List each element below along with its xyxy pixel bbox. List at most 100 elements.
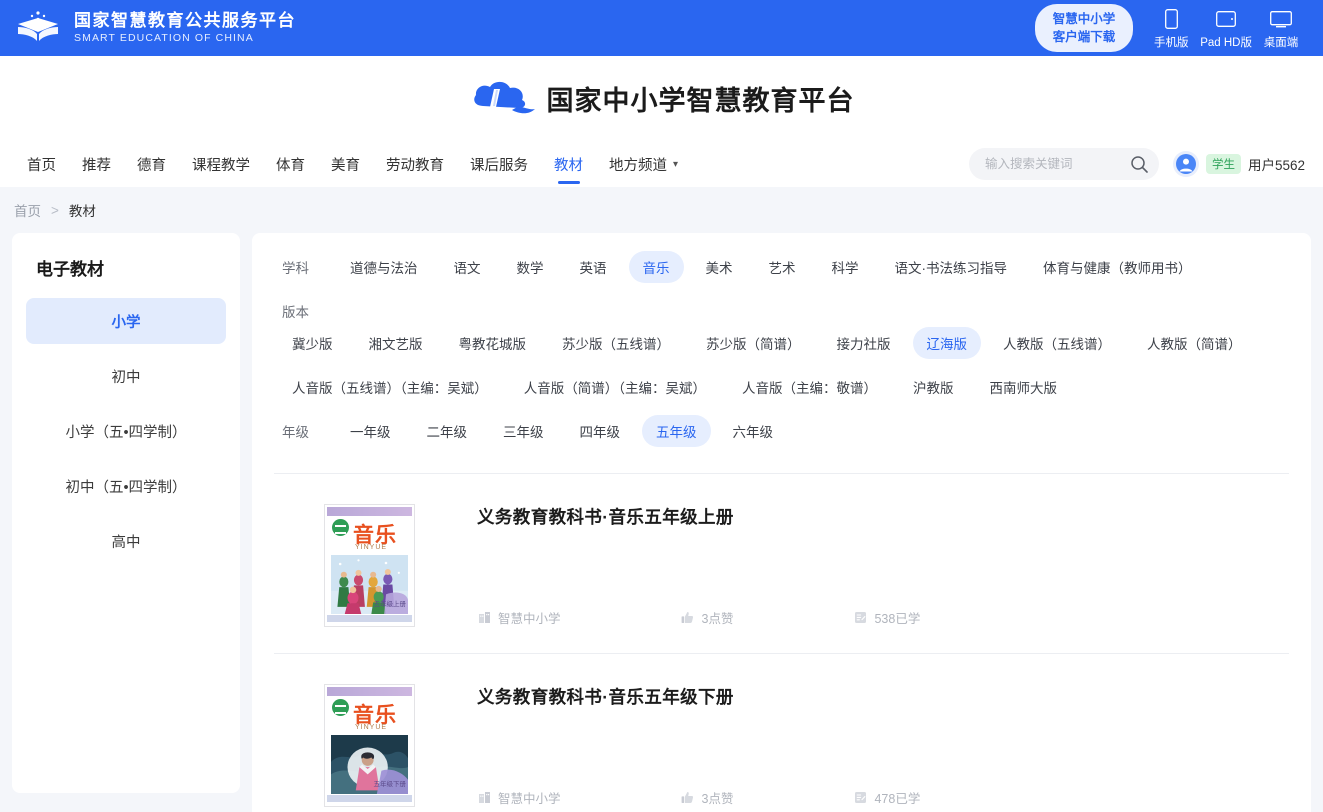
chip-subject-5[interactable]: 美术 xyxy=(692,251,747,283)
nav-item-moral-education[interactable]: 德育 xyxy=(124,142,179,186)
platform-pad[interactable]: Pad HD版 xyxy=(1200,8,1252,50)
nav-item-curriculum[interactable]: 课程教学 xyxy=(179,142,263,186)
chip-grade-5[interactable]: 五年级 xyxy=(642,415,711,447)
chip-subject-0[interactable]: 道德与法治 xyxy=(336,251,432,283)
nav-item-after-school[interactable]: 课后服务 xyxy=(457,142,541,186)
sidebar-item-junior-54[interactable]: 初中（五•四学制） xyxy=(26,463,226,509)
book-publisher: 智慧中小学 xyxy=(477,788,561,807)
sidebar-item-primary-school[interactable]: 小学 xyxy=(26,298,226,344)
sidebar-item-junior-high[interactable]: 初中 xyxy=(26,353,226,399)
book-likes: 3点赞 xyxy=(681,608,733,627)
user-block[interactable]: 学生 用户5562 xyxy=(1172,151,1305,177)
chip-edition-7[interactable]: 人教版（五线谱） xyxy=(989,327,1125,359)
chip-label: 语文·书法练习指导 xyxy=(894,261,1008,276)
chip-edition-11[interactable]: 人音版（主编：敬谱） xyxy=(728,371,891,403)
chip-label: 粤教花城版 xyxy=(458,337,527,352)
chip-label: 美术 xyxy=(705,261,733,276)
nav-item-recommend[interactable]: 推荐 xyxy=(69,142,124,186)
chip-label: 人音版（主编：敬谱） xyxy=(742,381,877,396)
phone-icon xyxy=(1164,8,1178,30)
site-logo-row[interactable]: 国家中小学智慧教育平台 xyxy=(0,56,1323,120)
nav-item-home[interactable]: 首页 xyxy=(14,142,69,186)
nav-label: 地方频道 xyxy=(609,157,667,174)
book-publisher-label: 智慧中小学 xyxy=(498,792,561,806)
main-nav: 首页 推荐 德育 课程教学 体育 美育 劳动教育 课后服务 教材 地方频道 ▾ xyxy=(14,142,691,186)
search-input[interactable] xyxy=(984,157,1130,171)
breadcrumb-home[interactable]: 首页 xyxy=(14,200,41,220)
cover-volume: 五年级上册 xyxy=(373,601,407,608)
chip-edition-10[interactable]: 人音版（简谱）（主编：吴斌） xyxy=(510,371,720,403)
cover-pinyin: YINYUE xyxy=(355,724,388,731)
chip-label: 三年级 xyxy=(503,425,544,440)
nav-label: 体育 xyxy=(276,157,305,174)
chip-subject-8[interactable]: 语文·书法练习指导 xyxy=(881,251,1022,283)
nav-label: 课程教学 xyxy=(192,157,250,174)
chip-grade-2[interactable]: 二年级 xyxy=(413,415,482,447)
sidebar-item-primary-54[interactable]: 小学（五•四学制） xyxy=(26,408,226,454)
nav-item-sports[interactable]: 体育 xyxy=(263,142,318,186)
book-list-item[interactable]: 音乐 YINYUE xyxy=(274,654,1289,812)
chip-subject-2[interactable]: 数学 xyxy=(503,251,558,283)
nav-label: 德育 xyxy=(137,157,166,174)
chip-subject-7[interactable]: 科学 xyxy=(818,251,873,283)
book-studied-label: 478已学 xyxy=(874,792,921,806)
platform-mobile[interactable]: 手机版 xyxy=(1151,8,1191,50)
chip-label: 音乐 xyxy=(642,261,670,276)
book-list-item[interactable]: 音乐 YINYUE xyxy=(274,474,1289,654)
chip-subject-6[interactable]: 艺术 xyxy=(755,251,810,283)
filter-row-subject: 学科 道德与法治 语文 数学 英语 音乐 美术 艺术 科学 语文·书法练习指导 … xyxy=(274,251,1289,295)
chip-edition-8[interactable]: 人教版（简谱） xyxy=(1133,327,1256,359)
platform-desktop[interactable]: 桌面端 xyxy=(1261,8,1301,50)
chip-edition-0[interactable]: 冀少版 xyxy=(278,327,347,359)
chip-edition-liaohai[interactable]: 辽海版 xyxy=(912,327,981,359)
search-box[interactable] xyxy=(968,148,1159,180)
cover-pinyin: YINYUE xyxy=(355,544,388,551)
platform-desktop-label: 桌面端 xyxy=(1263,37,1299,50)
nav-item-textbooks[interactable]: 教材 xyxy=(541,142,596,186)
filter-label-edition: 版本 xyxy=(282,305,309,320)
chip-grade-3[interactable]: 三年级 xyxy=(489,415,558,447)
client-download-line1: 智慧中小学 xyxy=(1052,11,1116,26)
desktop-icon xyxy=(1270,8,1292,30)
chip-edition-12[interactable]: 沪教版 xyxy=(899,371,968,403)
chip-subject-3[interactable]: 英语 xyxy=(566,251,621,283)
chip-subject-music[interactable]: 音乐 xyxy=(628,251,684,283)
breadcrumb-current: 教材 xyxy=(68,204,96,219)
chip-label: 湘文艺版 xyxy=(368,337,423,352)
chip-subject-9[interactable]: 体育与健康（教师用书） xyxy=(1029,251,1206,283)
chip-label: 英语 xyxy=(579,261,607,276)
filter-label-subject: 学科 xyxy=(282,261,309,276)
chip-grade-1[interactable]: 一年级 xyxy=(336,415,405,447)
filter-row-grade: 年级 一年级 二年级 三年级 四年级 五年级 六年级 xyxy=(274,415,1289,459)
platform-links: 手机版 Pad HD版 桌面端 xyxy=(1151,8,1301,52)
chip-subject-1[interactable]: 语文 xyxy=(440,251,495,283)
platform-mobile-label: 手机版 xyxy=(1153,37,1189,50)
book-studied: 478已学 xyxy=(853,788,920,807)
brand-title-cn: 国家智慧教育公共服务平台 xyxy=(74,11,296,31)
chip-grade-6[interactable]: 六年级 xyxy=(719,415,788,447)
chip-label: 数学 xyxy=(516,261,544,276)
chip-edition-13[interactable]: 西南师大版 xyxy=(976,371,1072,403)
book-publisher-label: 智慧中小学 xyxy=(498,612,561,626)
thumbs-up-icon xyxy=(681,791,695,805)
chip-edition-3[interactable]: 苏少版（五线谱） xyxy=(548,327,684,359)
nav-item-local-channel[interactable]: 地方频道 ▾ xyxy=(596,142,691,186)
chip-edition-5[interactable]: 接力社版 xyxy=(823,327,905,359)
client-download-button[interactable]: 智慧中小学 客户端下载 xyxy=(1034,3,1134,53)
chip-edition-1[interactable]: 湘文艺版 xyxy=(355,327,437,359)
user-avatar-icon[interactable] xyxy=(1172,151,1199,177)
sidebar-item-senior-high[interactable]: 高中 xyxy=(26,518,226,564)
chip-edition-2[interactable]: 粤教花城版 xyxy=(445,327,541,359)
chip-grade-4[interactable]: 四年级 xyxy=(566,415,635,447)
chip-edition-9[interactable]: 人音版（五线谱）（主编：吴斌） xyxy=(278,371,502,403)
nav-item-labor-education[interactable]: 劳动教育 xyxy=(373,142,457,186)
search-icon[interactable] xyxy=(1130,155,1149,174)
chip-label: 人教版（简谱） xyxy=(1147,337,1242,352)
building-icon xyxy=(477,791,491,805)
chip-label: 语文 xyxy=(453,261,481,276)
filter-chips-edition: 冀少版 湘文艺版 粤教花城版 苏少版（五线谱） 苏少版（简谱） 接力社版 辽海版… xyxy=(274,327,1289,415)
book-likes-label: 3点赞 xyxy=(701,792,734,806)
nav-item-aesthetics[interactable]: 美育 xyxy=(318,142,373,186)
chip-edition-4[interactable]: 苏少版（简谱） xyxy=(692,327,815,359)
user-role-badge: 学生 xyxy=(1205,154,1241,174)
